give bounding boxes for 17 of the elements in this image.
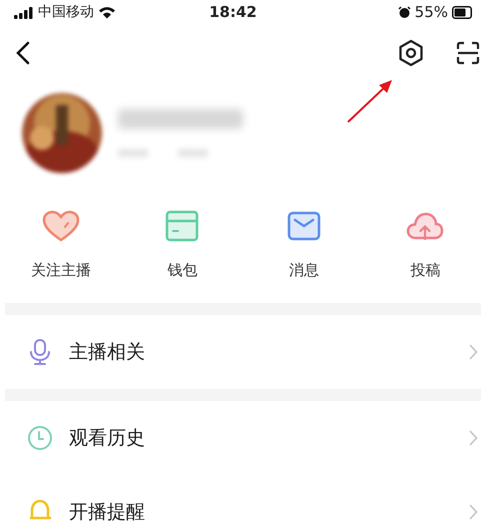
quick-action[interactable]: 关注主播 bbox=[0, 197, 122, 303]
alarm-icon bbox=[398, 6, 411, 19]
chevron-right-icon bbox=[469, 504, 478, 520]
clock-time: 18:42 bbox=[208, 2, 258, 24]
menu-row[interactable]: 主播相关 bbox=[0, 315, 486, 389]
chevron-right-icon bbox=[469, 344, 478, 360]
chevron-right-icon bbox=[469, 430, 478, 446]
quick-action[interactable]: 钱包 bbox=[122, 197, 243, 303]
menu-row[interactable]: 开播提醒 bbox=[0, 475, 486, 527]
battery-percent: 55% bbox=[414, 2, 448, 24]
menu-row[interactable]: 观看历史 bbox=[0, 401, 486, 475]
signal-icon bbox=[14, 6, 34, 18]
quick-action[interactable]: 投稿 bbox=[364, 197, 486, 303]
wifi-icon bbox=[98, 6, 116, 19]
quick-action[interactable]: 消息 bbox=[243, 197, 364, 303]
carrier-name: 中国移动 bbox=[38, 3, 94, 22]
battery-icon bbox=[452, 6, 472, 19]
